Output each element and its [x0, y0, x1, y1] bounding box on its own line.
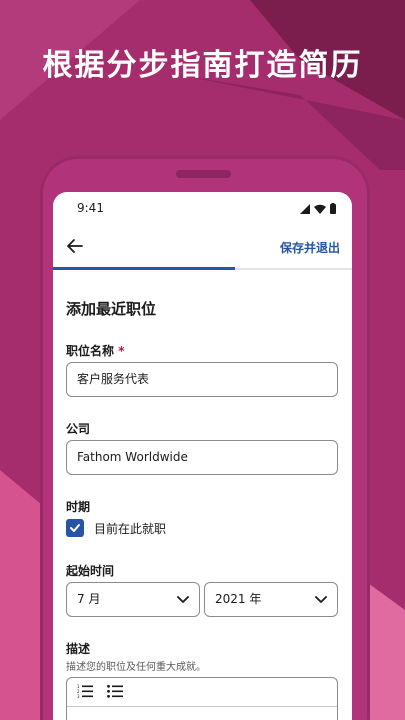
month-select-value: 7 月	[77, 592, 101, 606]
section-title: 添加最近职位	[66, 300, 157, 318]
wifi-icon	[314, 204, 326, 214]
chevron-down-icon	[315, 596, 327, 603]
job-title-label-text: 职位名称	[66, 344, 115, 358]
description-label: 描述	[66, 642, 91, 656]
status-icons	[300, 203, 336, 214]
bulleted-list-icon[interactable]	[107, 684, 123, 698]
current-job-checkbox[interactable]	[66, 519, 84, 537]
check-icon	[70, 524, 80, 532]
required-mark: *	[118, 344, 125, 358]
month-select[interactable]: 7 月	[66, 582, 200, 617]
save-and-exit-button[interactable]: 保存并退出	[280, 239, 340, 256]
back-button[interactable]	[61, 232, 89, 260]
numbered-list-icon[interactable]: 1 2 3	[77, 684, 93, 698]
toolbar-divider	[67, 706, 337, 707]
start-time-label: 起始时间	[66, 564, 115, 578]
chevron-down-icon	[177, 596, 189, 603]
phone-speaker	[176, 170, 231, 178]
year-select-value: 2021 年	[215, 592, 262, 606]
signal-icon	[300, 203, 310, 214]
current-job-label: 目前在此就职	[94, 521, 167, 536]
year-select[interactable]: 2021 年	[204, 582, 338, 617]
period-label: 时期	[66, 500, 91, 514]
current-job-checkbox-row[interactable]: 目前在此就职	[66, 519, 166, 537]
status-time: 9:41	[77, 201, 104, 215]
company-label: 公司	[66, 422, 91, 436]
description-hint: 描述您的职位及任何重大成就。	[66, 662, 206, 673]
job-title-label: 职位名称 *	[66, 342, 124, 359]
battery-icon	[330, 203, 336, 214]
phone-screen: 9:41 保存并退出 添加最近职位 职位名称 * 客户服务代表 公司 Fatho…	[53, 192, 352, 720]
app-bar: 保存并退出	[53, 224, 352, 270]
progress-bar	[53, 267, 236, 270]
back-arrow-icon	[67, 239, 83, 253]
job-title-input[interactable]: 客户服务代表	[66, 362, 338, 397]
description-editor[interactable]: 1 2 3	[66, 677, 338, 720]
headline: 根据分步指南打造简历	[42, 48, 363, 83]
status-bar: 9:41	[53, 192, 352, 224]
editor-toolbar: 1 2 3	[77, 684, 123, 698]
svg-text:3: 3	[77, 694, 80, 698]
company-input[interactable]: Fathom Worldwide	[66, 440, 338, 475]
